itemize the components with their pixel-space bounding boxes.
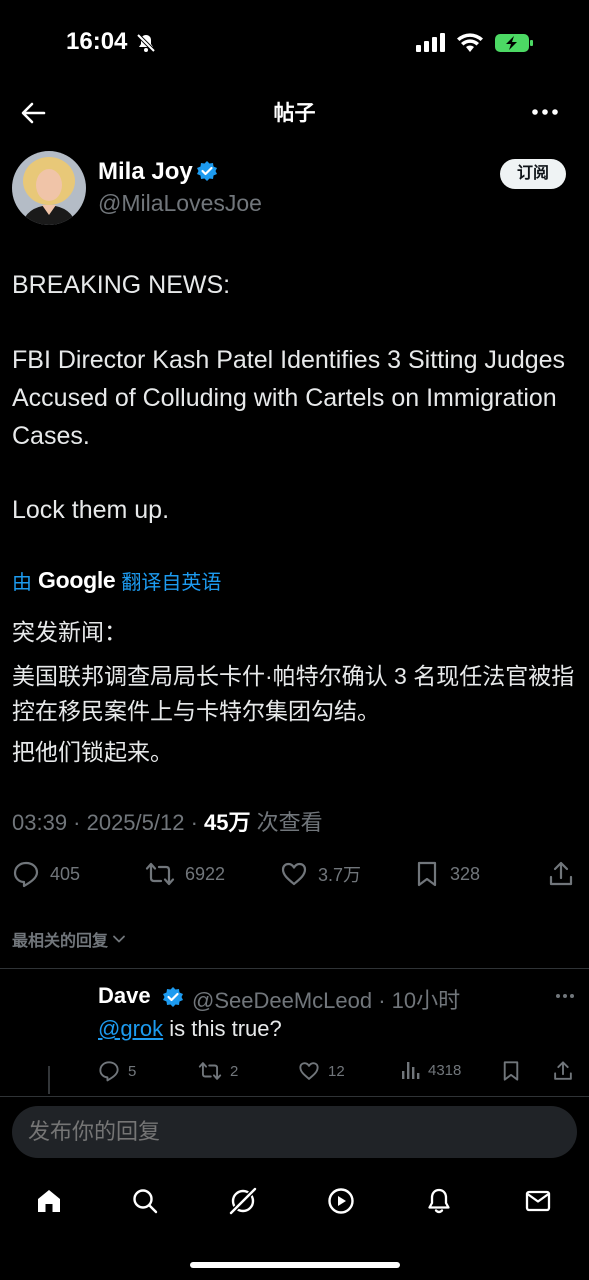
retweet-count: 6922 bbox=[185, 863, 226, 884]
search-icon bbox=[133, 1189, 158, 1214]
bookmark-count: 328 bbox=[450, 863, 481, 884]
bookmark-button[interactable]: 328 bbox=[414, 860, 480, 888]
reply-body: is this true? bbox=[163, 1016, 282, 1041]
heart-icon bbox=[281, 862, 307, 886]
translated-text-line: 突发新闻： bbox=[12, 619, 127, 645]
translated-text-body: 美国联邦调查局局长卡什·帕特尔确认 3 名现任法官被指控在移民案件上与卡特尔集团… bbox=[12, 663, 575, 724]
reply-button[interactable]: 405 bbox=[12, 860, 80, 888]
reply-more-button[interactable] bbox=[554, 987, 576, 1005]
thread-line bbox=[48, 1066, 50, 1094]
page-title: 帖子 bbox=[273, 102, 316, 125]
post-timestamp: 03:39 · 2025/5/12 · bbox=[12, 810, 205, 835]
like-button[interactable]: 3.7万 bbox=[280, 860, 361, 888]
verified-badge-icon bbox=[162, 986, 184, 1008]
verified-badge-icon bbox=[196, 160, 218, 182]
nav-home[interactable] bbox=[32, 1184, 66, 1218]
bookmark-icon bbox=[417, 861, 437, 887]
reply-bookmark-button[interactable] bbox=[500, 1060, 522, 1082]
reply-count: 405 bbox=[50, 863, 81, 884]
bar-chart-icon bbox=[402, 1062, 420, 1079]
share-button[interactable] bbox=[548, 860, 574, 888]
chevron-down-icon bbox=[113, 935, 125, 943]
home-indicator bbox=[190, 1262, 400, 1268]
post-text-closing: Lock them up. bbox=[12, 496, 170, 524]
reply-share-button[interactable] bbox=[552, 1060, 574, 1082]
reply-retweet-button[interactable]: 2 bbox=[198, 1060, 238, 1082]
bell-icon bbox=[428, 1188, 450, 1214]
reply-icon bbox=[13, 861, 39, 888]
reply-view-count: 4318 bbox=[428, 1061, 462, 1079]
reply-retweet-count: 2 bbox=[230, 1062, 239, 1080]
bookmark-icon bbox=[503, 1061, 519, 1081]
nav-search[interactable] bbox=[128, 1184, 162, 1218]
reply-text: @grok is this true? bbox=[98, 1016, 282, 1042]
more-options-button[interactable] bbox=[530, 100, 560, 124]
grok-icon bbox=[229, 1187, 257, 1215]
reply-views-button[interactable]: 4318 bbox=[400, 1060, 461, 1080]
reply-like-count: 12 bbox=[328, 1062, 345, 1080]
translated-text-closing: 把他们锁起来。 bbox=[12, 739, 173, 765]
home-icon bbox=[38, 1190, 60, 1212]
play-circle-icon bbox=[328, 1188, 354, 1214]
reply-author-handle[interactable]: @SeeDeeMcLeod · 10小时 bbox=[192, 983, 460, 1015]
mail-icon bbox=[525, 1190, 551, 1212]
post-text-headline: BREAKING NEWS: bbox=[12, 271, 231, 299]
retweet-icon bbox=[198, 1062, 222, 1080]
status-time: 16:04 bbox=[66, 28, 128, 55]
post-meta: 03:39 · 2025/5/12 · 45万 次查看 bbox=[12, 805, 323, 837]
mention-link[interactable]: @grok bbox=[98, 1016, 163, 1041]
view-label: 次查看 bbox=[250, 810, 323, 835]
retweet-icon bbox=[145, 862, 175, 886]
share-icon bbox=[554, 1061, 572, 1080]
translation-attribution[interactable]: 由 Google 翻译自英语 bbox=[12, 566, 221, 595]
reply-reply-count: 5 bbox=[128, 1062, 137, 1080]
view-count: 45万 bbox=[204, 810, 251, 835]
avatar[interactable] bbox=[12, 151, 86, 225]
replies-sort-dropdown[interactable]: 最相关的回复 bbox=[12, 927, 126, 951]
reply-reply-button[interactable]: 5 bbox=[98, 1060, 136, 1082]
translation-suffix: 翻译自英语 bbox=[121, 572, 222, 594]
wifi-icon bbox=[456, 32, 484, 54]
signal-icon bbox=[416, 33, 448, 53]
divider bbox=[0, 968, 589, 969]
retweet-button[interactable]: 6922 bbox=[145, 860, 225, 888]
reply-icon bbox=[99, 1061, 119, 1082]
bell-slash-icon bbox=[136, 33, 156, 53]
author-handle[interactable]: @MilaLovesJoe bbox=[98, 190, 262, 217]
translation-prefix: 由 bbox=[12, 572, 32, 594]
reply-like-button[interactable]: 12 bbox=[298, 1060, 345, 1082]
author-name[interactable]: Mila Joy bbox=[98, 158, 193, 186]
more-horizontal-icon bbox=[556, 994, 574, 998]
google-logo: Google bbox=[38, 567, 116, 593]
like-count: 3.7万 bbox=[318, 865, 362, 885]
nav-video[interactable] bbox=[324, 1184, 358, 1218]
nav-messages[interactable] bbox=[521, 1184, 555, 1218]
subscribe-button[interactable]: 订阅 bbox=[500, 159, 566, 189]
reply-author-name[interactable]: Dave bbox=[98, 983, 151, 1009]
more-horizontal-icon bbox=[532, 109, 558, 115]
reply-input[interactable] bbox=[12, 1106, 577, 1158]
share-icon bbox=[549, 861, 573, 886]
post-text-body: FBI Director Kash Patel Identifies 3 Sit… bbox=[12, 346, 566, 450]
battery-charging-icon bbox=[494, 32, 534, 54]
heart-icon bbox=[299, 1062, 319, 1080]
replies-sort-label: 最相关的回复 bbox=[12, 933, 109, 950]
nav-grok[interactable] bbox=[226, 1184, 260, 1218]
nav-notifications[interactable] bbox=[422, 1184, 456, 1218]
